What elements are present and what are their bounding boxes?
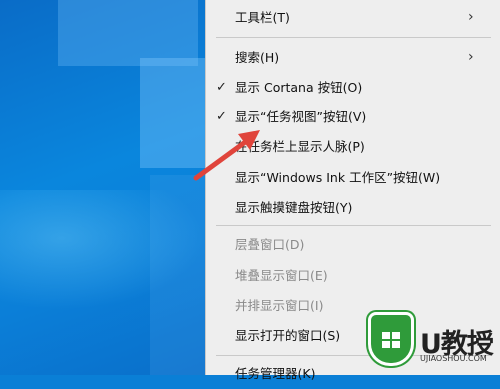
submenu-arrow-icon: ›	[468, 9, 474, 25]
windows-logo-icon	[382, 332, 400, 348]
menu-separator	[216, 225, 491, 226]
menu-item-show-people[interactable]: 在任务栏上显示人脉(P)	[206, 131, 500, 162]
checkmark-icon: ✓	[216, 109, 227, 124]
menu-item-show-cortana-button[interactable]: ✓ 显示 Cortana 按钮(O)	[206, 72, 500, 103]
menu-item-label: 任务管理器(K)	[235, 366, 316, 381]
menu-item-search[interactable]: 搜索(H) ›	[206, 42, 500, 73]
menu-item-label: 搜索(H)	[235, 50, 280, 65]
menu-item-label: 在任务栏上显示人脉(P)	[235, 139, 365, 154]
menu-item-label: 工具栏(T)	[235, 10, 290, 25]
menu-item-label: 显示 Cortana 按钮(O)	[235, 80, 363, 95]
menu-item-stack-windows[interactable]: 堆叠显示窗口(E)	[206, 260, 500, 291]
menu-item-cascade-windows[interactable]: 层叠窗口(D)	[206, 229, 500, 260]
menu-item-label: 并排显示窗口(I)	[235, 298, 324, 313]
menu-item-label: 层叠窗口(D)	[235, 237, 305, 252]
wallpaper-window-pane	[140, 58, 205, 168]
menu-item-toolbars[interactable]: 工具栏(T) ›	[206, 2, 500, 33]
menu-item-label: 显示触摸键盘按钮(Y)	[235, 200, 353, 215]
menu-item-show-task-view-button[interactable]: ✓ 显示“任务视图”按钮(V)	[206, 101, 500, 132]
menu-item-label: 显示“Windows Ink 工作区”按钮(W)	[235, 170, 441, 185]
menu-item-show-touch-keyboard-button[interactable]: 显示触摸键盘按钮(Y)	[206, 192, 500, 223]
watermark-logo: U教授 UJIAOSHOU.COM	[368, 310, 496, 370]
shield-logo-icon	[368, 312, 414, 366]
menu-separator	[216, 37, 491, 38]
wallpaper-glow	[0, 190, 205, 310]
watermark-url: UJIAOSHOU.COM	[420, 354, 487, 363]
desktop-wallpaper	[0, 0, 205, 375]
submenu-arrow-icon: ›	[468, 49, 474, 65]
menu-item-show-windows-ink-button[interactable]: 显示“Windows Ink 工作区”按钮(W)	[206, 162, 500, 193]
wallpaper-window-pane	[58, 0, 198, 66]
menu-item-label: 显示打开的窗口(S)	[235, 328, 341, 343]
menu-item-label: 显示“任务视图”按钮(V)	[235, 109, 367, 124]
menu-item-label: 堆叠显示窗口(E)	[235, 268, 328, 283]
checkmark-icon: ✓	[216, 80, 227, 95]
